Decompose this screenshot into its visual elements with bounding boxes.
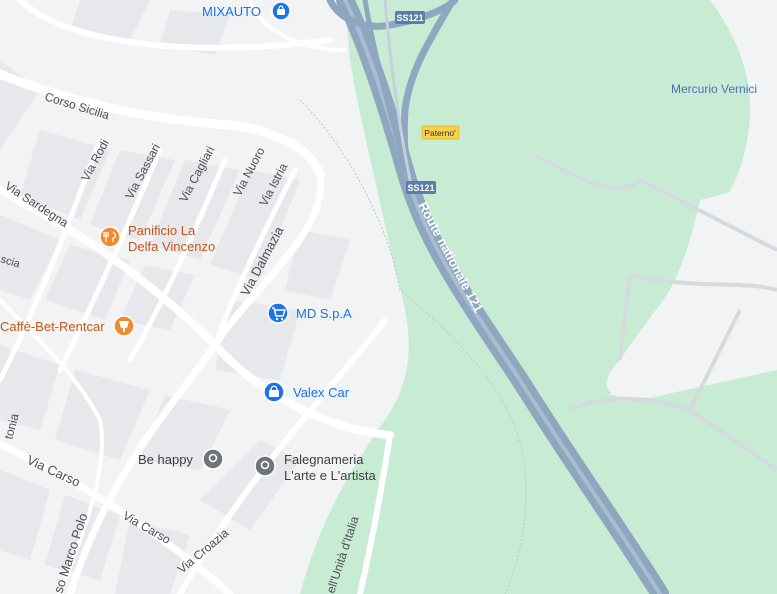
svg-text:Panificio La: Panificio La [128, 223, 196, 238]
svg-text:Paterno': Paterno' [424, 128, 456, 138]
poi-valex-car[interactable]: Valex Car [263, 381, 350, 403]
ss121-shield-top: SS121 [395, 11, 425, 24]
poi-mixauto[interactable]: MIXAUTO [202, 1, 291, 21]
svg-text:Delfa Vincenzo: Delfa Vincenzo [128, 239, 215, 254]
svg-text:Be happy: Be happy [138, 452, 193, 467]
poi-mercurio-vernici[interactable]: Mercurio Vernici [671, 82, 757, 96]
svg-text:Mercurio Vernici: Mercurio Vernici [671, 82, 757, 96]
svg-text:MIXAUTO: MIXAUTO [202, 4, 261, 19]
map-view[interactable]: Corso Sicilia Via Sardegna Via Rodi Via … [0, 0, 777, 594]
poi-be-happy[interactable]: Be happy [138, 448, 224, 470]
ss121-shield-mid: SS121 [406, 181, 436, 194]
svg-text:L'arte e L'artista: L'arte e L'artista [284, 468, 376, 483]
svg-text:SS121: SS121 [396, 13, 423, 23]
poi-md-spa[interactable]: MD S.p.A [267, 302, 352, 324]
svg-text:Caffè-Bet-Rentcar: Caffè-Bet-Rentcar [0, 319, 105, 334]
svg-text:MD S.p.A: MD S.p.A [296, 306, 352, 321]
svg-text:Valex Car: Valex Car [293, 385, 350, 400]
svg-text:SS121: SS121 [407, 183, 434, 193]
svg-text:Falegnameria: Falegnameria [284, 452, 364, 467]
place-sign-paterno: Paterno' [421, 125, 460, 140]
map-canvas[interactable]: Corso Sicilia Via Sardegna Via Rodi Via … [0, 0, 777, 594]
